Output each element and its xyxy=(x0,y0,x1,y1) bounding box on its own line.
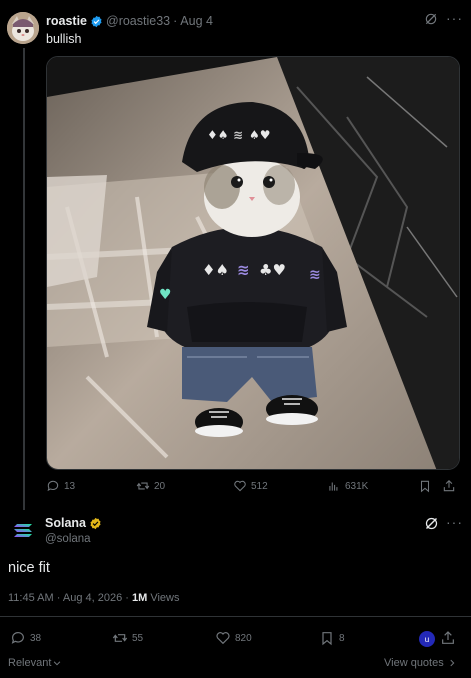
svg-text:♣♥: ♣♥ xyxy=(259,261,286,279)
main-post-text: nice fit xyxy=(8,560,50,576)
quoted-display-name[interactable]: roastie xyxy=(46,14,87,28)
svg-text:♥: ♥ xyxy=(159,287,172,303)
repost-icon xyxy=(112,634,128,642)
verified-blue-icon xyxy=(91,15,102,27)
like-button[interactable]: 820 xyxy=(215,630,252,646)
repost-icon xyxy=(136,482,150,490)
reply-count: 38 xyxy=(30,632,42,644)
chevron-down-icon xyxy=(54,661,61,666)
repost-count: 55 xyxy=(132,632,144,644)
share-button[interactable] xyxy=(440,630,460,646)
reply-icon xyxy=(47,480,59,492)
share-icon xyxy=(442,631,454,644)
svg-text:≋: ≋ xyxy=(233,128,243,142)
thread-line xyxy=(23,48,25,510)
views-count: 631K xyxy=(345,480,369,492)
like-count: 512 xyxy=(251,480,268,492)
views-count: 1M xyxy=(132,592,148,604)
like-button[interactable]: 512 xyxy=(233,479,268,493)
main-handle[interactable]: @solana xyxy=(45,533,91,545)
sort-relevant-dropdown[interactable]: Relevant xyxy=(8,657,62,669)
meta-dot: · xyxy=(56,592,61,604)
post-metadata: 11:45 AM · Aug 4, 2026 · 1M Views xyxy=(8,592,180,604)
more-options-icon[interactable]: ··· xyxy=(446,514,463,530)
view-quotes-label: View quotes xyxy=(384,657,444,669)
like-count: 820 xyxy=(235,632,252,644)
reply-count: 13 xyxy=(64,480,76,492)
divider xyxy=(0,616,471,617)
solana-display-name[interactable]: Solana xyxy=(45,516,105,530)
bookmark-count: 8 xyxy=(339,632,345,644)
reply-icon xyxy=(11,632,24,644)
svg-text:≋: ≋ xyxy=(309,267,321,283)
grok-icon[interactable] xyxy=(424,12,438,26)
post-time[interactable]: 11:45 AM xyxy=(8,592,54,604)
quoted-handle[interactable]: @roastie33 xyxy=(106,14,170,28)
user-badge[interactable]: u xyxy=(419,631,435,647)
svg-text:≋: ≋ xyxy=(237,261,250,279)
chevron-right-icon xyxy=(450,659,455,667)
quoted-post-text: bullish xyxy=(46,32,82,46)
bookmark-button[interactable] xyxy=(418,479,436,493)
view-quotes-link[interactable]: View quotes xyxy=(384,657,457,669)
heart-icon xyxy=(234,480,246,492)
views-label: Views xyxy=(150,592,180,604)
heart-icon xyxy=(216,632,230,645)
main-display-name: Solana xyxy=(45,516,86,530)
svg-text:♦♠: ♦♠ xyxy=(207,128,229,142)
roastie-avatar[interactable] xyxy=(7,12,39,44)
reply-button[interactable]: 13 xyxy=(46,479,75,493)
reply-button[interactable]: 38 xyxy=(10,630,41,646)
bookmark-button[interactable]: 8 xyxy=(319,630,345,646)
quoted-post-header: roastie @roastie33 · Aug 4 xyxy=(46,12,213,30)
share-icon xyxy=(443,480,455,492)
bookmark-icon xyxy=(420,480,430,493)
repost-button[interactable]: 55 xyxy=(112,630,143,646)
quoted-separator: · xyxy=(173,14,178,28)
svg-text:♦♠: ♦♠ xyxy=(202,261,229,279)
share-button[interactable] xyxy=(442,479,460,493)
verified-gold-icon xyxy=(90,517,101,529)
bookmark-icon xyxy=(322,632,332,646)
sort-label: Relevant xyxy=(8,657,52,669)
views-button[interactable]: 631K xyxy=(327,479,368,493)
more-options-icon[interactable]: ··· xyxy=(446,10,463,26)
svg-text:♠♥: ♠♥ xyxy=(249,128,271,142)
grok-icon[interactable] xyxy=(424,516,439,531)
quoted-date[interactable]: Aug 4 xyxy=(180,14,213,28)
cat-in-hoodie-image[interactable]: ♦♠ ≋ ♣♥ ♥ ≋ ♦♠ ≋ ♠♥ xyxy=(46,56,460,470)
meta-dot-2: · xyxy=(125,592,129,604)
repost-count: 20 xyxy=(154,480,166,492)
main-action-bar: 38 55 820 8 u xyxy=(8,630,463,650)
solana-avatar[interactable] xyxy=(10,516,37,543)
repost-button[interactable]: 20 xyxy=(136,479,165,493)
post-date[interactable]: Aug 4, 2026 xyxy=(63,592,122,604)
quoted-action-bar: 13 20 512 631K xyxy=(46,479,460,497)
views-icon xyxy=(329,482,338,491)
